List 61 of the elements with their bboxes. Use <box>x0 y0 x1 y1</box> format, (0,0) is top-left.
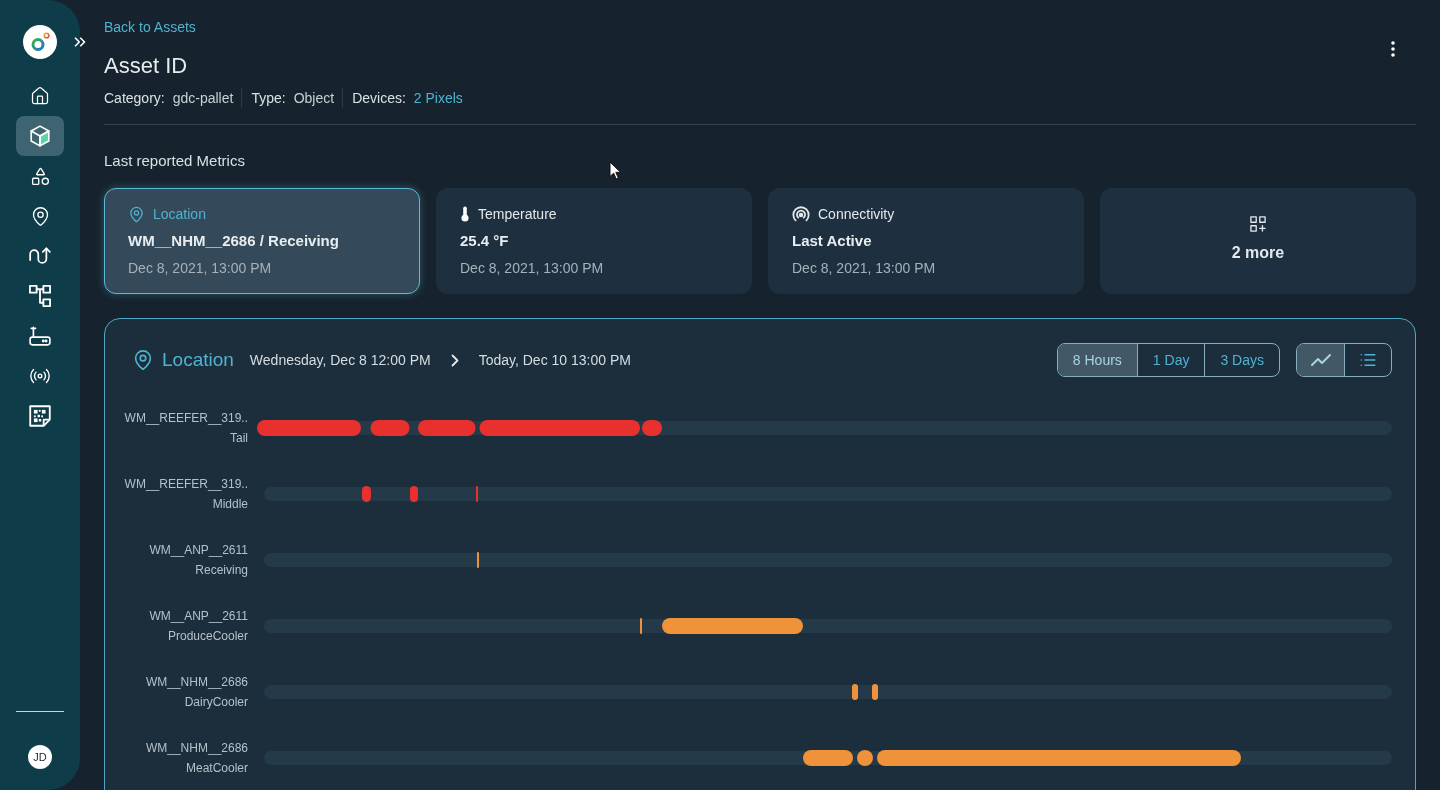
metric-label: Location <box>153 205 206 224</box>
location-name: WM__REEFER__319.. <box>124 410 248 427</box>
shapes-icon <box>29 165 51 187</box>
more-metrics-card[interactable]: 2 more <box>1100 188 1416 294</box>
cube-icon <box>29 125 51 147</box>
range-tab[interactable]: 8 Hours <box>1057 344 1137 376</box>
view-button[interactable] <box>1297 344 1344 376</box>
metric-card[interactable]: Connectivity Last Active Dec 8, 2021, 13:00 PM <box>768 188 1084 294</box>
hierarchy-icon <box>29 285 51 307</box>
metric-time: Dec 8, 2021, 13:00 PM <box>792 259 936 278</box>
avatar[interactable]: JD <box>28 745 52 769</box>
zone-name: Middle <box>212 496 248 513</box>
curved-arrow-icon <box>29 245 51 267</box>
qr-code-icon <box>29 405 51 427</box>
meta-value: Object <box>293 89 335 108</box>
start-date: Wednesday, Dec 8 12:00 PM <box>249 352 431 368</box>
location-name: WM__ANP__2611 <box>149 542 248 559</box>
chevron-right-icon <box>450 353 459 367</box>
devices-link[interactable]: 2 Pixels <box>413 88 463 108</box>
home-icon <box>30 86 50 106</box>
location-name: WM__NHM__2686 <box>145 674 248 691</box>
kebab-menu-icon <box>1391 41 1395 57</box>
meta-value: gdc-pallet <box>172 89 234 108</box>
nav-item[interactable] <box>16 116 64 156</box>
list-icon <box>1359 351 1377 369</box>
map-pin-icon <box>128 205 145 223</box>
location-name: WM__REEFER__319.. <box>124 476 248 493</box>
meta-label: Devices: <box>352 89 406 108</box>
metric-label: Connectivity <box>818 205 895 224</box>
end-date: Today, Dec 10 13:00 PM <box>478 352 631 368</box>
panel-title: Location <box>162 349 234 371</box>
line-chart-icon <box>1310 353 1331 367</box>
metric-value: WM__NHM__2686 / Receiving <box>128 231 339 251</box>
metric-label: Temperature <box>478 205 557 224</box>
range-tab[interactable]: 1 Day <box>1136 344 1205 376</box>
range-tab[interactable]: 3 Days <box>1204 344 1279 376</box>
zone-name: Receiving <box>195 562 248 579</box>
back-link[interactable]: Back to Assets <box>104 17 196 37</box>
metric-time: Dec 8, 2021, 13:00 PM <box>460 259 604 278</box>
thermometer-icon <box>460 206 470 222</box>
zone-name: MeatCooler <box>185 760 248 777</box>
map-pin-icon <box>132 349 154 371</box>
location-name: WM__ANP__2611 <box>149 608 248 625</box>
metric-time: Dec 8, 2021, 13:00 PM <box>128 259 272 278</box>
signal-rings-icon <box>792 205 810 223</box>
logo-icon <box>23 25 57 59</box>
zone-name: Tail <box>230 430 248 447</box>
metric-value: Last Active <box>792 231 872 251</box>
location-name: WM__NHM__2686 <box>145 740 248 757</box>
meta-label: Type: <box>251 89 286 108</box>
page-title: Asset ID <box>104 52 188 80</box>
metric-value: 25.4 °F <box>460 231 509 251</box>
metric-card[interactable]: Temperature 25.4 °F Dec 8, 2021, 13:00 PM <box>436 188 752 294</box>
router-icon <box>29 325 51 347</box>
metric-card[interactable]: Location WM__NHM__2686 / Receiving Dec 8, 2021, 13:00 PM <box>104 188 420 294</box>
mouse-pointer-icon <box>609 161 622 180</box>
section-title: Last reported Metrics <box>104 151 245 171</box>
zone-name: ProduceCooler <box>167 628 248 645</box>
zone-name: DairyCooler <box>184 694 248 711</box>
grid-plus-icon <box>1250 215 1266 232</box>
meta-label: Category: <box>104 89 165 108</box>
